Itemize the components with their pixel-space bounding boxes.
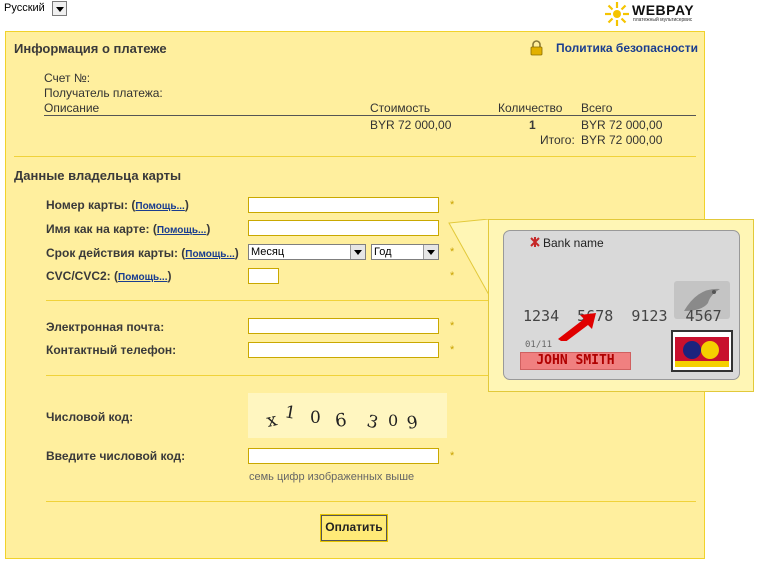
row-total: BYR 72 000,00 <box>581 118 663 132</box>
card-number-input[interactable] <box>248 197 439 213</box>
enter-code-label: Введите числовой код: <box>46 449 186 463</box>
required-mark: * <box>450 344 455 356</box>
captcha-glyph-x: x <box>265 409 279 432</box>
captcha-code-input[interactable] <box>248 448 439 464</box>
required-mark: * <box>450 450 455 462</box>
captcha-glyph-6: 6 <box>334 410 348 432</box>
logo-blue-circle <box>683 341 701 359</box>
section-divider <box>14 156 696 157</box>
email-label: Электронная почта: <box>46 320 165 334</box>
email-input[interactable] <box>248 318 439 334</box>
security-policy-link[interactable]: Политика безопасности <box>556 41 698 55</box>
table-header-divider <box>44 115 696 116</box>
phone-label: Контактный телефон: <box>46 343 177 357</box>
expiry-year-select[interactable]: Год <box>371 244 439 260</box>
grand-total-label: Итого: <box>540 133 575 147</box>
captcha-image: x 1 0 6 3 0 9 <box>248 393 447 438</box>
logo-yellow-circle <box>701 341 719 359</box>
logo-subtitle: платежный мультисервис <box>633 17 693 23</box>
webpay-logo: WEBPAY платежный мультисервис <box>605 1 705 27</box>
card-illustration: Bank name 1234 5678 9123 4567 01/11 JOHN… <box>503 230 740 380</box>
required-mark: * <box>450 320 455 332</box>
logo-yellow-band <box>675 361 729 367</box>
captcha-code: x 1 0 6 3 0 9 <box>265 402 420 434</box>
section-divider <box>46 501 696 502</box>
card-number-label: Номер карты: (Помощь...) <box>46 198 189 212</box>
language-dropdown-button[interactable] <box>52 1 67 16</box>
bank-logo-icon <box>530 237 540 247</box>
column-description: Описание <box>44 101 100 115</box>
cvc-input[interactable] <box>248 268 279 284</box>
captcha-glyph-3: 3 <box>365 411 380 433</box>
column-cost: Стоимость <box>370 101 431 115</box>
expiry-help-link[interactable]: Помощь... <box>185 249 234 260</box>
captcha-label: Числовой код: <box>46 410 134 424</box>
required-mark: * <box>450 199 455 211</box>
name-on-card-input[interactable] <box>248 220 439 236</box>
sun-icon <box>605 2 629 26</box>
card-holder-sample: JOHN SMITH <box>520 352 631 370</box>
captcha-glyphs: x 1 0 6 3 0 9 <box>265 402 420 434</box>
logo-text: WEBPAY <box>632 2 695 18</box>
name-help-link[interactable]: Помощь... <box>157 225 206 236</box>
captcha-hint: семь цифр изображенных выше <box>249 471 415 483</box>
account-label: Счет №: <box>44 71 91 85</box>
captcha-glyph-0: 0 <box>310 408 321 428</box>
cardholder-title: Данные владельца карты <box>14 168 182 183</box>
expiry-label: Срок действия карты: (Помощь...) <box>46 246 239 260</box>
captcha-glyph-1: 1 <box>283 402 297 424</box>
card-expiry-sample: 01/11 <box>525 340 553 350</box>
row-cost: BYR 72 000,00 <box>370 118 452 132</box>
pay-button[interactable]: Оплатить <box>320 514 388 542</box>
phone-input[interactable] <box>248 342 439 358</box>
expiry-month-select[interactable]: Месяц <box>248 244 366 260</box>
captcha-glyph-9: 9 <box>405 412 419 434</box>
language-select-value[interactable]: Русский <box>4 2 45 14</box>
name-on-card-label: Имя как на карте: (Помощь...) <box>46 222 211 236</box>
lock-icon <box>530 40 543 56</box>
red-arrow-icon <box>558 313 596 341</box>
payment-info-title: Информация о платеже <box>14 41 167 56</box>
captcha-glyph-0b: 0 <box>388 411 398 430</box>
card-number-help-link[interactable]: Помощь... <box>135 201 184 212</box>
cvc-help-link[interactable]: Помощь... <box>118 272 167 283</box>
column-quantity: Количество <box>498 101 563 115</box>
card-bank-name: Bank name <box>543 236 604 250</box>
grand-total-value: BYR 72 000,00 <box>581 133 663 147</box>
column-total: Всего <box>581 101 613 115</box>
recipient-label: Получатель платежа: <box>44 86 163 100</box>
row-quantity: 1 <box>529 118 536 132</box>
cvc-label: CVC/CVC2: (Помощь...) <box>46 269 172 283</box>
payment-system-logo <box>671 330 733 372</box>
card-number-sample: 1234 5678 9123 4567 <box>523 307 722 325</box>
